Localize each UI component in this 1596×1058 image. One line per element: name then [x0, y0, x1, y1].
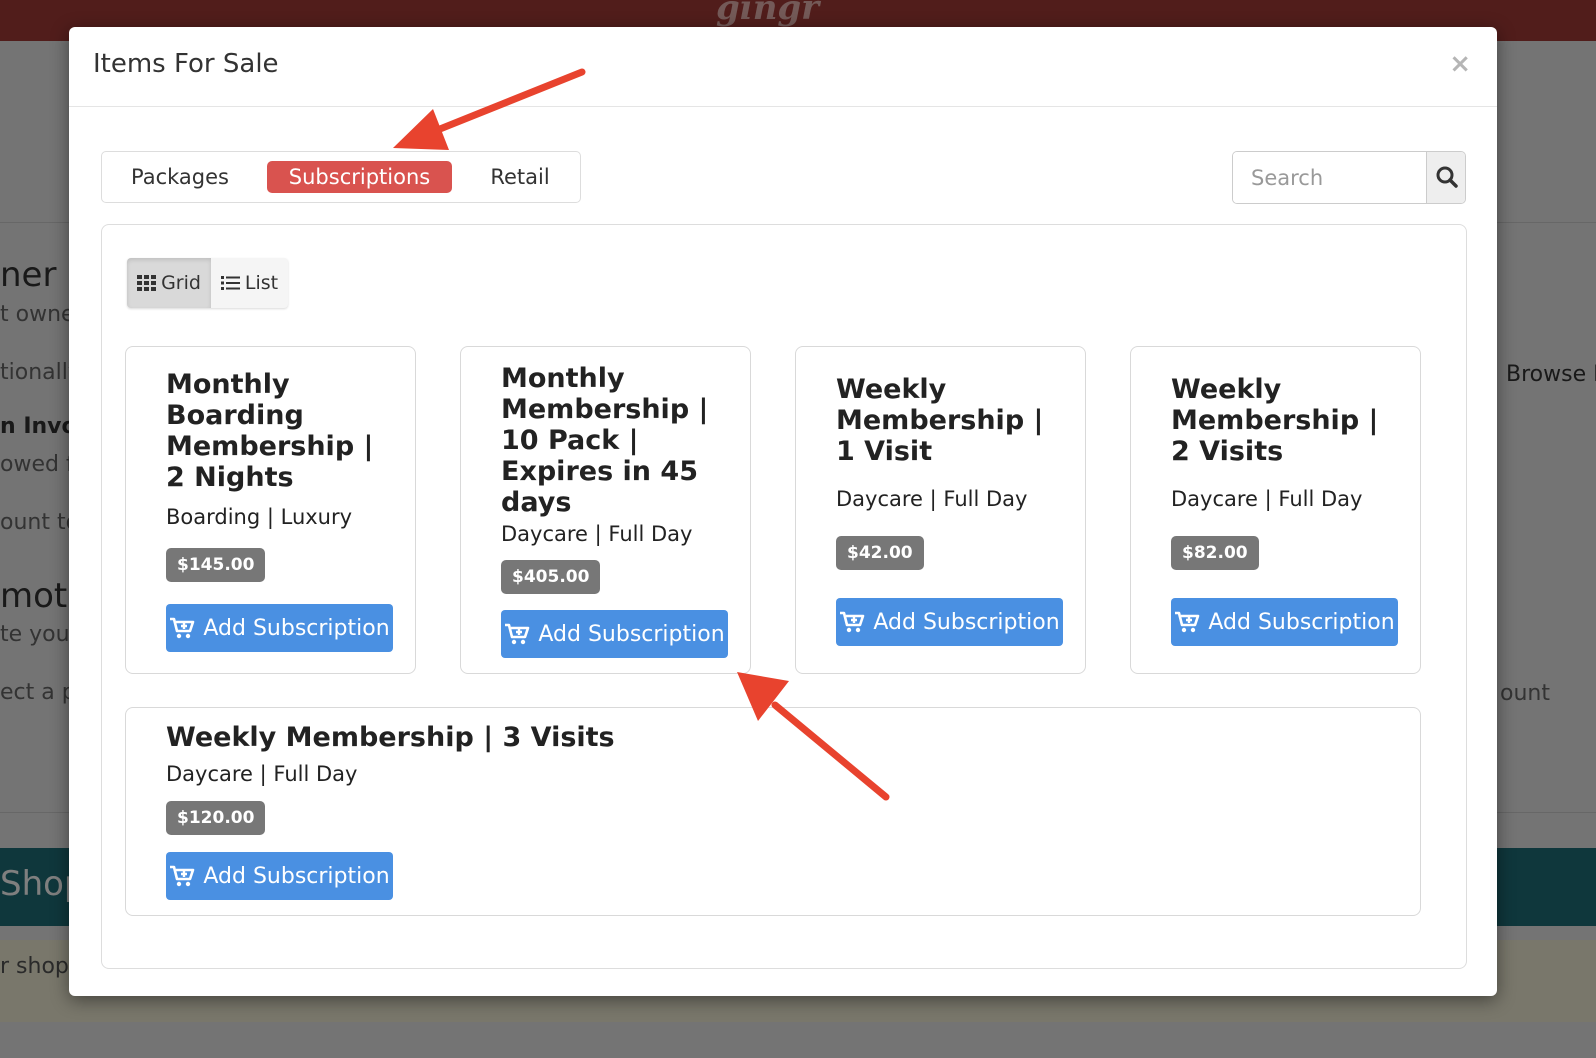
- item-card: Weekly Membership | 1 Visit Daycare | Fu…: [795, 346, 1086, 674]
- item-card: Weekly Membership | 3 Visits Daycare | F…: [125, 707, 1421, 916]
- items-for-sale-modal: Items For Sale × Packages Subscriptions …: [69, 27, 1497, 996]
- add-subscription-button[interactable]: Add Subscription: [501, 610, 728, 658]
- button-label: Add Subscription: [538, 621, 725, 647]
- tab-packages[interactable]: Packages: [117, 161, 243, 193]
- grid-icon: [137, 275, 157, 291]
- close-icon[interactable]: ×: [1449, 49, 1471, 79]
- modal-title: Items For Sale: [93, 49, 279, 79]
- price-badge: $405.00: [501, 560, 601, 594]
- item-card: Monthly Membership | 10 Pack | Expires i…: [460, 346, 751, 674]
- item-title: Monthly Boarding Membership | 2 Nights: [166, 369, 374, 493]
- items-panel: Grid List Monthly Boarding Membership | …: [101, 224, 1467, 969]
- view-toggle: Grid List: [127, 258, 288, 308]
- button-label: Add Subscription: [203, 615, 390, 641]
- item-title: Weekly Membership | 3 Visits: [166, 722, 615, 753]
- item-category: Daycare | Full Day: [166, 762, 358, 786]
- add-subscription-button[interactable]: Add Subscription: [836, 598, 1063, 646]
- button-label: Add Subscription: [1208, 609, 1395, 635]
- price-badge: $120.00: [166, 801, 266, 835]
- cart-plus-icon: [505, 623, 530, 645]
- grid-label: Grid: [161, 272, 201, 294]
- add-subscription-button[interactable]: Add Subscription: [166, 604, 393, 652]
- list-icon: [220, 275, 240, 291]
- item-type-tabs: Packages Subscriptions Retail: [101, 151, 581, 203]
- item-card: Monthly Boarding Membership | 2 Nights B…: [125, 346, 416, 674]
- add-subscription-button[interactable]: Add Subscription: [1171, 598, 1398, 646]
- modal-header: Items For Sale ×: [69, 27, 1497, 107]
- item-category: Daycare | Full Day: [501, 522, 693, 546]
- cart-plus-icon: [170, 865, 195, 887]
- cart-plus-icon: [1175, 611, 1200, 633]
- price-badge: $42.00: [836, 536, 924, 570]
- tab-subscriptions[interactable]: Subscriptions: [267, 161, 452, 193]
- cart-plus-icon: [840, 611, 865, 633]
- search-box: [1232, 151, 1466, 204]
- cart-plus-icon: [170, 617, 195, 639]
- search-icon: [1436, 166, 1458, 188]
- item-title: Weekly Membership | 2 Visits: [1171, 374, 1379, 467]
- item-category: Daycare | Full Day: [1171, 487, 1363, 511]
- price-badge: $145.00: [166, 548, 266, 582]
- item-title: Monthly Membership | 10 Pack | Expires i…: [501, 363, 709, 518]
- tab-retail[interactable]: Retail: [472, 161, 568, 193]
- list-label: List: [244, 272, 279, 294]
- item-category: Daycare | Full Day: [836, 487, 1028, 511]
- item-category: Boarding | Luxury: [166, 505, 353, 529]
- list-view-button[interactable]: List: [211, 258, 288, 308]
- search-input[interactable]: [1233, 152, 1427, 203]
- add-subscription-button[interactable]: Add Subscription: [166, 852, 393, 900]
- price-badge: $82.00: [1171, 536, 1259, 570]
- item-title: Weekly Membership | 1 Visit: [836, 374, 1044, 467]
- button-label: Add Subscription: [203, 863, 390, 889]
- search-button[interactable]: [1426, 152, 1465, 203]
- grid-view-button[interactable]: Grid: [127, 258, 211, 308]
- item-card: Weekly Membership | 2 Visits Daycare | F…: [1130, 346, 1421, 674]
- button-label: Add Subscription: [873, 609, 1060, 635]
